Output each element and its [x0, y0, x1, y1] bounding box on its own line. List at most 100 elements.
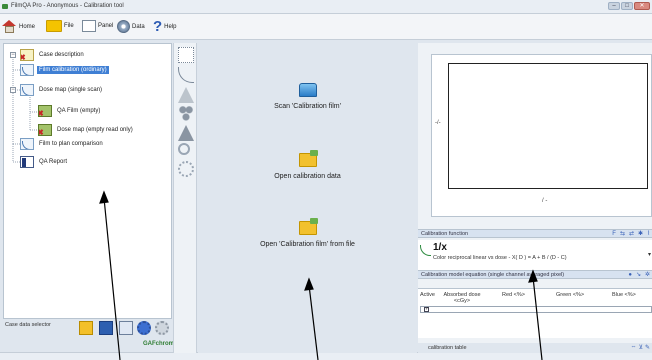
fit-icon[interactable]: F	[612, 230, 616, 238]
case-selector-label: Case data selector	[5, 322, 51, 328]
calibration-curve-icon	[20, 64, 34, 76]
arrows-right-icon[interactable]: ⇄	[629, 230, 634, 238]
maximize-button[interactable]: □	[621, 2, 633, 10]
color-icon[interactable]: ✎	[645, 344, 650, 351]
open-calibration-film-file-action[interactable]: Open 'Calibration film' from file	[198, 218, 417, 248]
points-tool-icon[interactable]	[178, 105, 194, 121]
tree-item-dose-map[interactable]: Dose map (single scan)	[20, 83, 104, 97]
menu-home-label: Home	[19, 23, 36, 30]
menu-help[interactable]: ? Help	[153, 18, 177, 35]
expand-dose-map-toggle[interactable]: −	[10, 87, 16, 93]
case-tree-panel: − ✖ Case description Film calibration (o…	[3, 43, 172, 319]
open-calibration-data-label: Open calibration data	[274, 173, 341, 180]
color-points-icon[interactable]: ✱	[638, 230, 643, 238]
curve-tool-icon[interactable]	[178, 67, 194, 83]
active-checkbox[interactable]: ✓	[424, 307, 429, 312]
film-icon: ✖	[38, 105, 52, 117]
scan-calibration-film-action[interactable]: Scan 'Calibration film'	[198, 83, 417, 110]
dose-map-icon	[20, 84, 34, 96]
settings-icon[interactable]: ✲	[645, 271, 650, 279]
menu-bar: Home File Panel Data ? Help	[0, 14, 652, 40]
window-controls: – □ ✕	[608, 2, 650, 10]
calibration-plot: -/- / -	[431, 54, 652, 217]
open-calibration-data-action[interactable]: Open calibration data	[198, 150, 417, 180]
menu-panel[interactable]: Panel	[82, 20, 113, 32]
case-data-selector: Case data selector GAFchromic	[3, 319, 179, 352]
panel-icon	[82, 20, 96, 32]
column-header-red: Red <%>	[502, 292, 525, 298]
calibration-function-selector[interactable]: 1/x Color reciprocal linear vs dose - X(…	[418, 240, 652, 270]
plot-y-label: -/-	[435, 120, 441, 126]
tree-item-label: Dose map (single scan)	[39, 87, 103, 93]
model-equation-tools: ● ↘ ✲	[628, 271, 650, 279]
menu-file[interactable]: File	[46, 20, 74, 32]
color-ball-icon[interactable]: ●	[628, 271, 632, 279]
scan-calibration-film-label: Scan 'Calibration film'	[274, 103, 341, 110]
tree-item-qa-report[interactable]: QA Report	[20, 155, 69, 169]
add-case-icon[interactable]	[119, 321, 133, 335]
open-folder-icon	[298, 218, 318, 235]
footer-controls: ⇔ ⊻ ✎	[631, 344, 650, 351]
tree-item-film-calibration[interactable]: Film calibration (ordinary)	[20, 63, 109, 77]
footer-label: calibration table	[428, 345, 467, 351]
open-folder-icon	[298, 150, 318, 167]
minimize-button[interactable]: –	[608, 2, 620, 10]
nav-icon[interactable]: ⇔	[631, 344, 637, 351]
tree-item-case-description[interactable]: ✖ Case description	[20, 48, 86, 62]
grid-tool-icon[interactable]	[178, 47, 194, 63]
column-header-active: Active	[420, 292, 435, 298]
window-title: FilmQA Pro - Anonymous - Calibration too…	[11, 3, 124, 9]
calibration-function-header: Calibration function F ⇆ ⇄ ✱ ⌇	[418, 229, 652, 238]
magnifier-icon[interactable]	[178, 143, 190, 155]
settings-gear-icon[interactable]	[137, 321, 151, 335]
film-icon: ✖	[38, 124, 52, 136]
menu-help-label: Help	[164, 23, 177, 30]
calibration-right-panel: -/- / - Calibration function F ⇆ ⇄ ✱ ⌇ 1…	[418, 43, 652, 353]
help-icon: ?	[153, 18, 163, 35]
expand-case-toggle[interactable]: −	[10, 52, 16, 58]
tool-strip	[173, 43, 197, 353]
menu-data[interactable]: Data	[117, 20, 145, 33]
case-description-icon: ✖	[20, 49, 34, 61]
function-name: 1/x	[433, 242, 447, 253]
pyramid-tool-icon[interactable]	[178, 125, 194, 141]
close-button[interactable]: ✕	[634, 2, 650, 10]
comparison-icon	[20, 138, 34, 150]
calibration-table-footer: calibration table ⇔ ⊻ ✎	[418, 343, 652, 353]
pick-icon[interactable]: ↘	[636, 271, 641, 279]
home-icon	[2, 20, 17, 33]
filter-icon[interactable]: ⊻	[639, 344, 643, 351]
calibration-function-tools: F ⇆ ⇄ ✱ ⌇	[612, 230, 650, 238]
model-equation-title: Calibration model equation (single chann…	[421, 272, 565, 278]
tree-item-label: Case description	[39, 52, 84, 58]
calibration-function-title: Calibration function	[421, 231, 469, 237]
table-row[interactable]	[420, 306, 652, 313]
model-equation-header: Calibration model equation (single chann…	[418, 270, 652, 279]
tree-item-label: Film calibration (ordinary)	[37, 66, 109, 74]
options-gear-icon[interactable]	[155, 321, 169, 335]
chart-icon[interactable]: ⌇	[647, 230, 650, 238]
status-bar	[0, 352, 652, 360]
gear-tool-icon[interactable]	[178, 161, 194, 177]
chevron-down-icon[interactable]: ▾	[648, 251, 651, 258]
tree-item-qa-film[interactable]: ✖ QA Film (empty)	[38, 104, 102, 118]
tree-item-film-plan-comparison[interactable]: Film to plan comparison	[20, 137, 105, 151]
tree-item-label: Dose map (empty read only)	[57, 127, 133, 133]
menu-data-label: Data	[132, 23, 145, 30]
column-header-absorbed-dose: Absorbed dose <cGy>	[443, 292, 481, 304]
file-icon	[46, 20, 62, 32]
tree-item-label: Film to plan comparison	[39, 141, 103, 147]
menu-panel-label: Panel	[98, 23, 114, 29]
triangle-tool-icon[interactable]	[178, 87, 194, 103]
save-case-icon[interactable]	[99, 321, 113, 335]
tree-item-dose-map-readonly[interactable]: ✖ Dose map (empty read only)	[38, 123, 135, 137]
plot-x-label: / -	[542, 198, 548, 204]
scanner-icon	[298, 83, 317, 97]
calibration-table: Active Absorbed dose <cGy> Red <%> Green…	[418, 288, 652, 338]
open-case-icon[interactable]	[79, 321, 93, 335]
column-header-blue: Blue <%>	[612, 292, 636, 298]
menu-file-label: File	[64, 23, 74, 29]
tree-item-label: QA Report	[39, 159, 68, 165]
arrows-left-icon[interactable]: ⇆	[620, 230, 625, 238]
menu-home[interactable]: Home	[2, 20, 35, 33]
